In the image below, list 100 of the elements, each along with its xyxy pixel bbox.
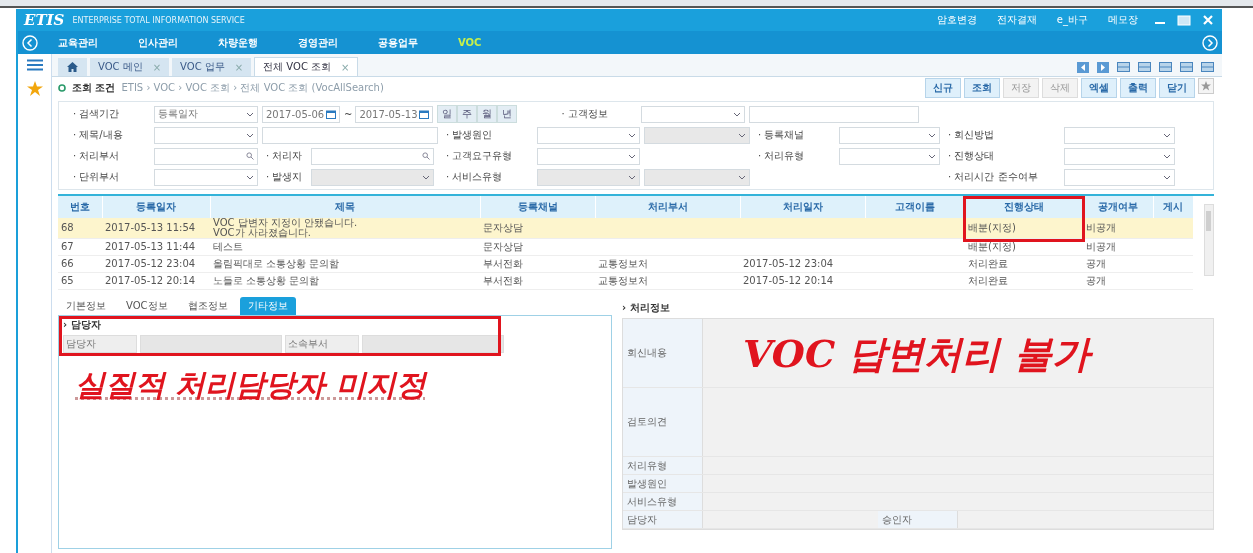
input-field[interactable]: [703, 388, 1213, 456]
date-field[interactable]: 2017-05-13: [355, 105, 434, 123]
caret-icon: [246, 174, 254, 180]
section-title: › 처리정보: [622, 301, 671, 315]
home-icon: [67, 62, 78, 72]
menu-item[interactable]: VOC: [438, 37, 502, 48]
close-icon[interactable]: ×: [341, 61, 350, 73]
dropdown-field[interactable]: [1064, 147, 1175, 165]
field-label: 담당자: [623, 511, 703, 528]
input-field[interactable]: [703, 493, 1213, 510]
menu-item[interactable]: 공용업무: [358, 35, 438, 50]
tab[interactable]: VOC정보: [118, 297, 176, 315]
layout-icon[interactable]: [1159, 62, 1172, 72]
table-cell: 67: [61, 241, 74, 252]
search-icon: [422, 152, 430, 160]
tab[interactable]: 전체 VOC 조회 ×: [254, 57, 359, 76]
dropdown-field[interactable]: [1064, 126, 1175, 144]
input-field[interactable]: [958, 511, 1213, 528]
field-label: 처리유형: [623, 457, 703, 474]
column-header: 등록일자: [102, 196, 210, 218]
close-icon[interactable]: [1200, 14, 1216, 26]
table-cell: 2017-05-12 20:14: [105, 275, 196, 286]
input-field[interactable]: [749, 105, 920, 123]
dropdown-field[interactable]: [641, 105, 746, 123]
header-link[interactable]: 암호변경: [930, 13, 983, 27]
table-cell: 교통정보처: [598, 258, 648, 269]
toolbar-button[interactable]: 출력: [1120, 78, 1156, 98]
dropdown-field[interactable]: [839, 147, 940, 165]
layout-icon[interactable]: [1201, 62, 1214, 72]
menu-item[interactable]: 차량운행: [198, 35, 278, 50]
back-icon[interactable]: [22, 34, 38, 51]
table-cell: 문자상담: [483, 222, 523, 233]
input-field[interactable]: [703, 475, 1213, 492]
input-field[interactable]: VOC 답변처리 불가: [703, 319, 1213, 387]
dropdown-field[interactable]: [1064, 168, 1175, 186]
header-link[interactable]: e_바구: [1050, 13, 1094, 27]
menu-item[interactable]: 교육관리: [38, 35, 118, 50]
calendar-icon[interactable]: [419, 109, 430, 119]
search-field[interactable]: [154, 147, 258, 165]
input-field[interactable]: [703, 457, 1213, 474]
calendar-icon[interactable]: [326, 109, 336, 119]
table-cell: 처리완료: [968, 275, 1008, 286]
dropdown-field[interactable]: [154, 126, 258, 144]
field-label: · 진행상태: [947, 149, 996, 163]
forward-icon[interactable]: [1202, 34, 1218, 51]
toolbar-button[interactable]: 닫기: [1159, 78, 1195, 98]
dropdown-field[interactable]: 등록일자: [154, 105, 258, 123]
period-button[interactable]: 월: [477, 105, 498, 123]
layout-icon[interactable]: [1138, 62, 1151, 72]
star-icon[interactable]: [26, 81, 43, 96]
layout-icon[interactable]: [1180, 62, 1193, 72]
tab[interactable]: 기타정보: [239, 297, 296, 315]
table-cell: 올림픽대로 소통상황 문의함: [213, 258, 340, 269]
app-subtitle: ENTERPRISE TOTAL INFORMATION SERVICE: [72, 15, 245, 25]
field-label: 발생원인: [623, 475, 703, 492]
table-cell: 2017-05-12 23:04: [105, 258, 196, 269]
header-link[interactable]: 메모장: [1102, 13, 1144, 27]
period-button[interactable]: 주: [457, 105, 478, 123]
input-field[interactable]: [362, 335, 504, 353]
field-label: · 제목/내용: [72, 128, 124, 142]
menu-item[interactable]: 경영관리: [278, 35, 358, 50]
previous-icon[interactable]: [1077, 61, 1089, 73]
input-field[interactable]: [703, 511, 878, 528]
field-label: · 검색기간: [72, 107, 121, 121]
next-icon[interactable]: [1097, 61, 1109, 73]
scrollbar[interactable]: [1204, 204, 1214, 276]
layout-icon[interactable]: [1117, 62, 1130, 72]
tab[interactable]: VOC 메인 ×: [90, 58, 170, 76]
search-field[interactable]: [311, 147, 434, 165]
period-button[interactable]: 일: [437, 105, 458, 123]
toolbar-button[interactable]: 신규: [925, 78, 961, 98]
caret-icon: [738, 132, 746, 138]
header-link[interactable]: 전자결재: [990, 13, 1043, 27]
field-label: · 처리유형: [757, 149, 806, 163]
dropdown-field[interactable]: [537, 126, 640, 144]
tab[interactable]: 기본정보: [58, 297, 114, 315]
date-field[interactable]: 2017-05-06: [262, 105, 340, 123]
caret-icon: [733, 111, 742, 117]
dropdown-field[interactable]: [537, 147, 640, 165]
menu-icon[interactable]: [26, 59, 43, 71]
dropdown-field[interactable]: [839, 126, 940, 144]
input-field[interactable]: [262, 126, 438, 144]
table-cell: 비공개: [1086, 222, 1116, 233]
maximize-icon[interactable]: [1176, 14, 1192, 26]
dropdown-field[interactable]: [154, 168, 258, 186]
table-cell: 배분(지정): [968, 241, 1016, 252]
input-field[interactable]: [140, 335, 282, 353]
home-tab[interactable]: [58, 58, 87, 76]
tab[interactable]: 협조정보: [179, 297, 236, 315]
field-label: · 처리자: [265, 149, 304, 163]
period-button[interactable]: 년: [497, 105, 518, 123]
menu-item[interactable]: 인사관리: [118, 35, 198, 50]
field-label: 검토의견: [623, 388, 703, 456]
tab[interactable]: VOC 업무 ×: [172, 58, 252, 76]
toolbar-button[interactable]: 조회: [964, 78, 1000, 98]
star-icon[interactable]: [1198, 78, 1214, 94]
field-label: · 발생지: [265, 170, 304, 184]
column-header: 처리일자: [740, 196, 865, 218]
toolbar-button[interactable]: 엑셀: [1081, 78, 1117, 98]
table-cell: 공개: [1086, 275, 1106, 286]
